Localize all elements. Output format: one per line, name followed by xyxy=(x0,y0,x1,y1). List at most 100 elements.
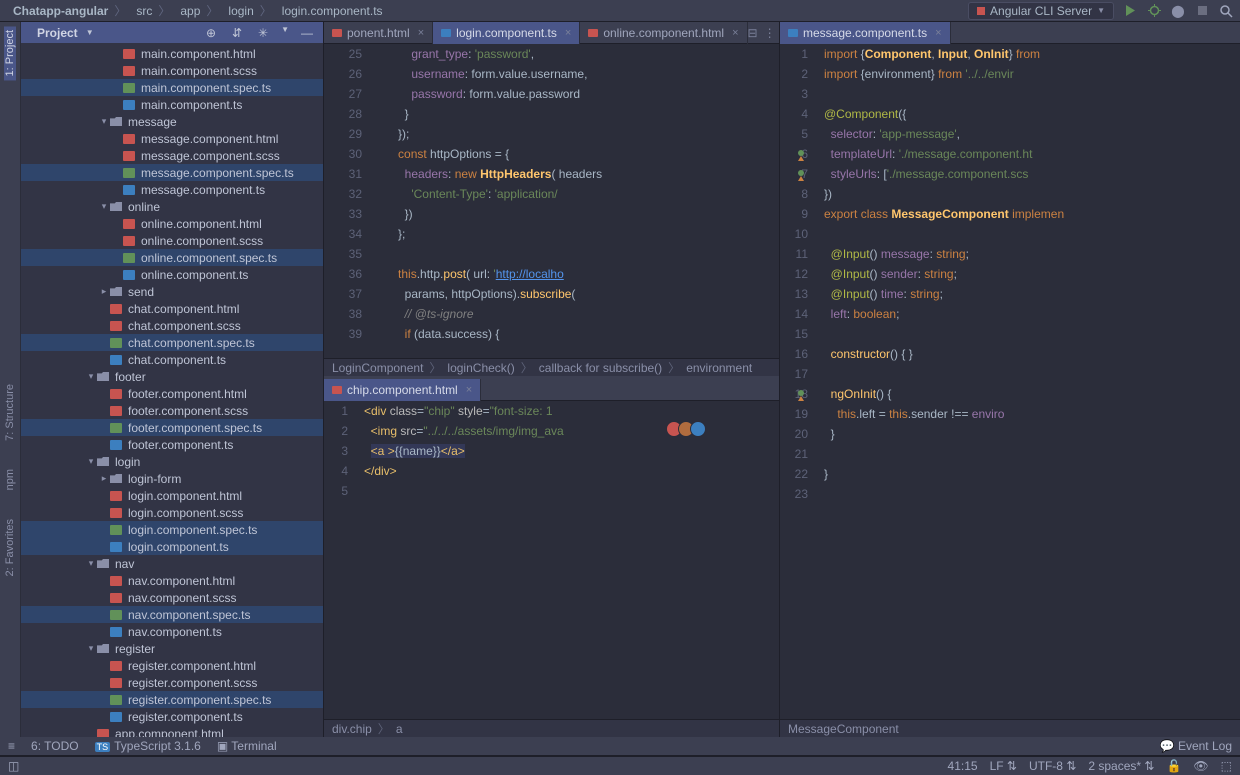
tree-file[interactable]: main.component.spec.ts xyxy=(21,79,323,96)
tree-file[interactable]: register.component.ts xyxy=(21,708,323,725)
tree-arrow-icon[interactable] xyxy=(112,270,122,280)
tree-arrow-icon[interactable] xyxy=(99,712,109,722)
tree-arrow-icon[interactable]: ▾ xyxy=(99,201,109,212)
tree-arrow-icon[interactable] xyxy=(112,168,122,178)
tree-file[interactable]: message.component.spec.ts xyxy=(21,164,323,181)
code-editor-login[interactable]: 252627282930313233343536373839 grant_typ… xyxy=(324,44,779,358)
tree-arrow-icon[interactable]: ▸ xyxy=(99,473,109,484)
event-log-tab[interactable]: 💬 Event Log xyxy=(1160,739,1232,753)
tree-file[interactable]: chat.component.ts xyxy=(21,351,323,368)
tree-arrow-icon[interactable] xyxy=(112,253,122,263)
tree-arrow-icon[interactable]: ▾ xyxy=(86,643,96,654)
tree-folder[interactable]: ▸login-form xyxy=(21,470,323,487)
breadcrumb-segment[interactable]: div.chip xyxy=(332,722,372,736)
tree-arrow-icon[interactable] xyxy=(99,695,109,705)
tree-file[interactable]: login.component.scss xyxy=(21,504,323,521)
project-title[interactable]: Project xyxy=(37,26,78,40)
tree-folder[interactable]: ▸send xyxy=(21,283,323,300)
tree-arrow-icon[interactable] xyxy=(99,423,109,433)
tree-file[interactable]: nav.component.spec.ts xyxy=(21,606,323,623)
close-icon[interactable]: × xyxy=(935,27,941,39)
vcs-marker-icon[interactable] xyxy=(796,167,806,179)
tree-arrow-icon[interactable] xyxy=(99,304,109,314)
close-icon[interactable]: × xyxy=(418,27,424,39)
tree-file[interactable]: nav.component.ts xyxy=(21,623,323,640)
tree-arrow-icon[interactable] xyxy=(112,66,122,76)
tree-arrow-icon[interactable] xyxy=(99,389,109,399)
tree-arrow-icon[interactable] xyxy=(112,236,122,246)
tree-arrow-icon[interactable] xyxy=(112,151,122,161)
collapse-all-icon[interactable]: ⇵ xyxy=(229,25,245,41)
tool-window-icon[interactable]: ≡ xyxy=(8,739,15,753)
breadcrumb-item[interactable]: login xyxy=(221,4,256,18)
run-button[interactable] xyxy=(1122,3,1138,19)
tree-file[interactable]: login.component.html xyxy=(21,487,323,504)
tree-arrow-icon[interactable] xyxy=(86,729,96,738)
tree-folder[interactable]: ▾footer xyxy=(21,368,323,385)
tree-arrow-icon[interactable]: ▸ xyxy=(99,286,109,297)
tree-file[interactable]: register.component.spec.ts xyxy=(21,691,323,708)
inspection-icon[interactable]: 👁 xyxy=(1193,759,1208,773)
tree-arrow-icon[interactable] xyxy=(99,440,109,450)
tree-file[interactable]: chat.component.html xyxy=(21,300,323,317)
tree-arrow-icon[interactable] xyxy=(112,185,122,195)
tree-arrow-icon[interactable] xyxy=(112,83,122,93)
code-editor-message[interactable]: 1234567891011121314151617181920212223 im… xyxy=(780,44,1240,719)
breadcrumb-segment[interactable]: a xyxy=(396,722,403,736)
close-icon[interactable]: × xyxy=(732,27,738,39)
tree-arrow-icon[interactable]: ▾ xyxy=(99,116,109,127)
cursor-position[interactable]: 41:15 xyxy=(948,759,978,773)
tree-arrow-icon[interactable] xyxy=(99,355,109,365)
hide-icon[interactable]: — xyxy=(299,25,315,41)
settings-icon[interactable]: ✳ xyxy=(255,25,271,41)
tree-arrow-icon[interactable] xyxy=(99,661,109,671)
tree-file[interactable]: message.component.html xyxy=(21,130,323,147)
todo-tab[interactable]: 6: TODO xyxy=(31,739,79,753)
status-window-icon[interactable]: ◫ xyxy=(8,759,19,773)
editor-tab[interactable]: chip.component.html× xyxy=(324,379,481,401)
tree-file[interactable]: online.component.html xyxy=(21,215,323,232)
editor-tab[interactable]: login.component.ts× xyxy=(433,22,580,44)
tree-folder[interactable]: ▾online xyxy=(21,198,323,215)
tree-arrow-icon[interactable]: ▾ xyxy=(86,371,96,382)
tree-arrow-icon[interactable]: ▾ xyxy=(86,558,96,569)
editor-breadcrumbs[interactable]: LoginComponent〉loginCheck()〉callback for… xyxy=(324,358,779,376)
line-separator[interactable]: LF ⇅ xyxy=(990,759,1017,773)
stop-button[interactable] xyxy=(1194,3,1210,19)
chevron-down-icon[interactable]: ▼ xyxy=(86,28,94,37)
close-icon[interactable]: × xyxy=(565,27,571,39)
tree-folder[interactable]: ▾message xyxy=(21,113,323,130)
tree-arrow-icon[interactable] xyxy=(99,321,109,331)
editor-tab[interactable]: online.component.html× xyxy=(580,22,747,44)
tree-folder[interactable]: ▾nav xyxy=(21,555,323,572)
tree-file[interactable]: register.component.scss xyxy=(21,674,323,691)
editor-tab[interactable]: message.component.ts× xyxy=(780,22,951,44)
tree-arrow-icon[interactable] xyxy=(112,134,122,144)
tree-arrow-icon[interactable] xyxy=(99,678,109,688)
tree-file[interactable]: main.component.scss xyxy=(21,62,323,79)
tree-file[interactable]: chat.component.spec.ts xyxy=(21,334,323,351)
editor-tab[interactable]: ponent.html× xyxy=(324,22,433,44)
tree-file[interactable]: main.component.html xyxy=(21,45,323,62)
run-configuration-selector[interactable]: Angular CLI Server ▼ xyxy=(968,2,1114,20)
run-anything-button[interactable]: ⬤ xyxy=(1170,3,1186,19)
breadcrumb-segment[interactable]: environment xyxy=(686,361,752,375)
tree-file[interactable]: login.component.spec.ts xyxy=(21,521,323,538)
breadcrumb-item[interactable]: login.component.ts xyxy=(275,4,386,18)
tree-file[interactable]: online.component.scss xyxy=(21,232,323,249)
tool-tab-project[interactable]: 1: Project xyxy=(4,26,16,80)
split-icon[interactable]: ⊟ xyxy=(748,26,758,40)
tree-arrow-icon[interactable] xyxy=(99,406,109,416)
tree-arrow-icon[interactable] xyxy=(99,576,109,586)
tree-arrow-icon[interactable] xyxy=(99,508,109,518)
file-tree[interactable]: main.component.html main.component.scss … xyxy=(21,43,323,737)
file-encoding[interactable]: UTF-8 ⇅ xyxy=(1029,759,1076,773)
tree-arrow-icon[interactable] xyxy=(99,627,109,637)
indent-setting[interactable]: 2 spaces* ⇅ xyxy=(1088,759,1154,773)
vcs-marker-icon[interactable] xyxy=(796,387,806,399)
tool-tab-npm[interactable]: npm xyxy=(4,465,16,494)
editor-breadcrumbs[interactable]: MessageComponent xyxy=(780,719,1240,737)
more-icon[interactable]: ⋮ xyxy=(764,26,776,40)
hector-icon[interactable]: ⬚ xyxy=(1221,759,1232,773)
tree-arrow-icon[interactable] xyxy=(99,610,109,620)
